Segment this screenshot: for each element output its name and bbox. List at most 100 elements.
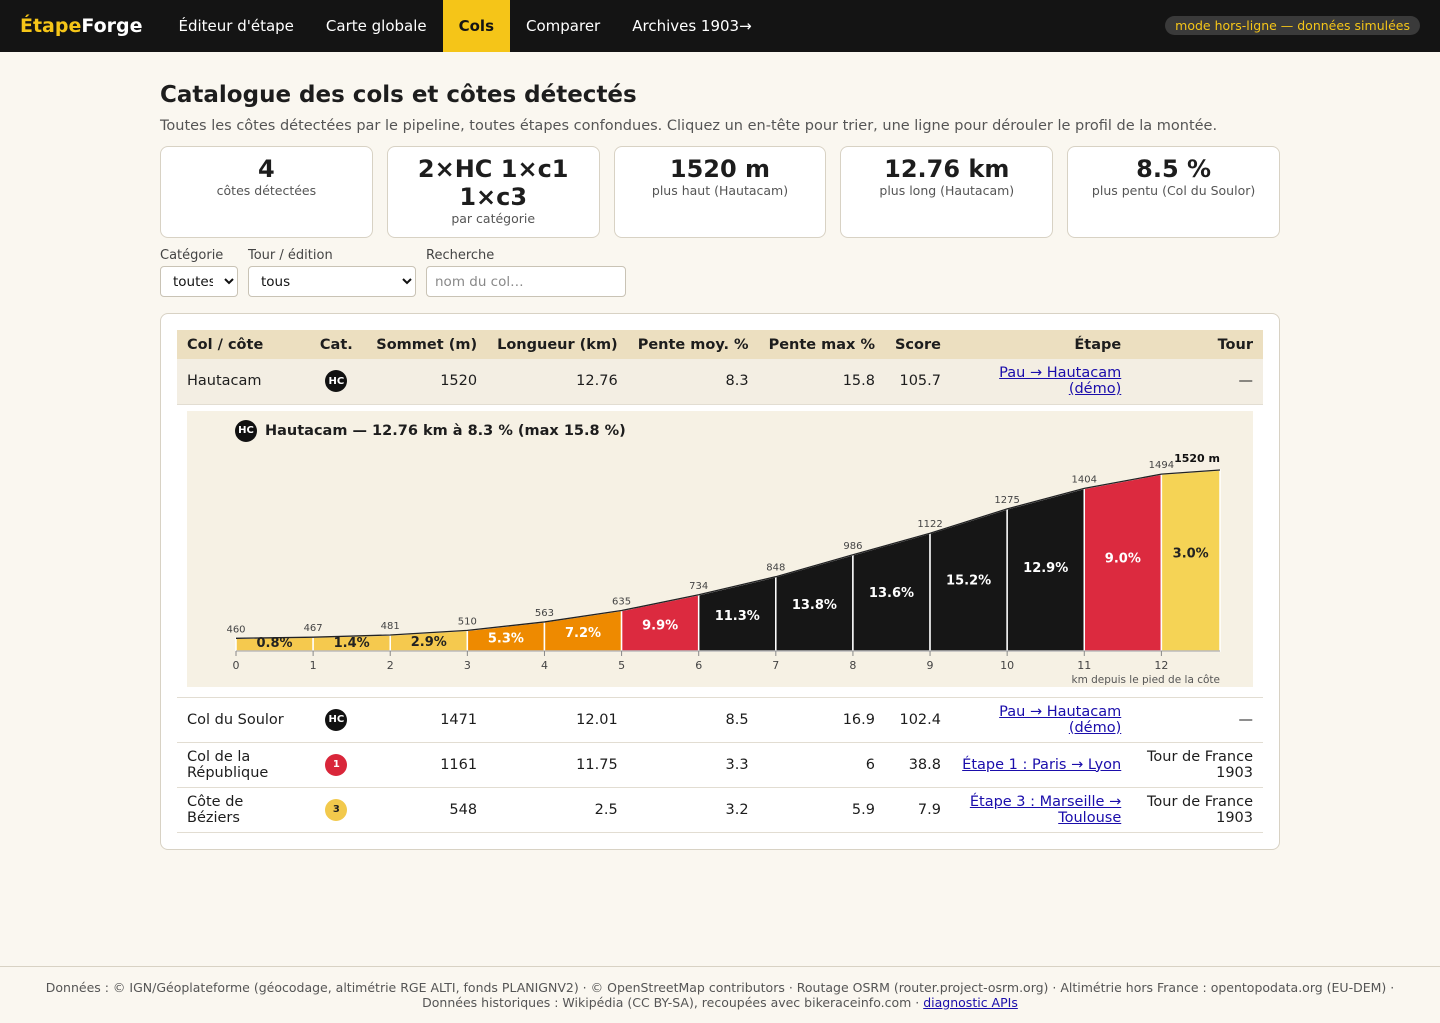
cell-tour: Tour de France 1903 <box>1131 742 1263 788</box>
segment-grade-label: 9.0% <box>1105 551 1141 566</box>
stat-card-highest: 1520 m plus haut (Hautacam) <box>613 146 827 238</box>
search-label: Recherche <box>426 248 495 263</box>
stat-card-longest: 12.76 km plus long (Hautacam) <box>840 146 1054 238</box>
segment-grade-label: 5.3% <box>488 631 524 646</box>
profile-category-badge: HC <box>235 419 257 442</box>
cell-name: Côte de Béziers <box>177 787 307 833</box>
x-tick-label: 0 <box>233 659 240 672</box>
footer: Données : © IGN/Géoplateforme (géocodage… <box>0 966 1440 1023</box>
nav-carte-globale[interactable]: Carte globale <box>310 0 443 52</box>
nav-comparer[interactable]: Comparer <box>510 0 616 52</box>
search-filter: Recherche <box>426 248 626 297</box>
cell-avg-grade: 3.2 <box>627 787 759 833</box>
category-badge-1: 1 <box>325 753 348 776</box>
col-header-cat[interactable]: Cat. <box>306 330 366 359</box>
cell-cat: HC <box>306 697 367 743</box>
col-header-avg-grade[interactable]: Pente moy. % <box>628 330 759 359</box>
footer-credits: Données : © IGN/Géoplateforme (géocodage… <box>45 980 1395 1010</box>
app-logo[interactable]: Étape Forge <box>20 0 143 52</box>
stage-link[interactable]: Pau → Hautacam (démo) <box>999 365 1121 397</box>
segment-grade-label: 12.9% <box>1023 561 1068 576</box>
segment-grade-label: 7.2% <box>565 625 601 640</box>
col-header-length[interactable]: Longueur (km) <box>487 330 628 359</box>
elevation-label: 635 <box>612 596 631 607</box>
stage-link[interactable]: Étape 1 : Paris → Lyon <box>962 757 1121 773</box>
x-tick-label: 10 <box>1000 659 1014 672</box>
tour-filter-label: Tour / édition <box>248 248 333 263</box>
col-header-name[interactable]: Col / côte <box>177 330 306 359</box>
nav-cols[interactable]: Cols <box>442 0 510 52</box>
page-title: Catalogue des cols et côtes détectés <box>160 82 637 108</box>
x-tick-label: 12 <box>1154 659 1168 672</box>
stat-value: 1520 m <box>669 155 771 183</box>
segment-grade-label: 3.0% <box>1173 546 1209 561</box>
category-badge-3: 3 <box>325 798 348 821</box>
elevation-label: 734 <box>689 580 708 591</box>
cell-avg-grade: 8.5 <box>627 697 759 743</box>
col-header-stage[interactable]: Étape <box>951 330 1131 359</box>
table-row[interactable]: Col de la République 1 1161 11.75 3.3 6 … <box>177 742 1263 788</box>
tour-filter: Tour / édition tous <box>248 248 416 297</box>
elevation-label: 481 <box>381 620 400 631</box>
table-row[interactable]: Col du Soulor HC 1471 12.01 8.5 16.9 102… <box>177 697 1263 743</box>
segment-grade-label: 0.8% <box>257 636 293 651</box>
page-subtitle: Toutes les côtes détectées par le pipeli… <box>160 118 1218 134</box>
profile-detail-cell: 0.8% 1.4% 2.9% 5.3% 7.2% 9.9% 11.3% 13.8% 13.6% 1… <box>177 404 1263 698</box>
cell-stage: Pau → Hautacam (démo) <box>950 697 1132 743</box>
elevation-label: 986 <box>843 540 862 551</box>
stage-link[interactable]: Pau → Hautacam (démo) <box>999 704 1121 736</box>
brand-part-1: Étape <box>20 15 82 37</box>
cell-summit: 548 <box>366 787 488 833</box>
col-header-score[interactable]: Score <box>885 330 951 359</box>
brand-part-2: Forge <box>81 15 143 37</box>
stage-link[interactable]: Étape 3 : Marseille → Toulouse <box>970 794 1121 826</box>
search-input[interactable] <box>426 266 626 297</box>
cell-score: 7.9 <box>884 787 951 833</box>
climb-profile-chart: 0.8% 1.4% 2.9% 5.3% 7.2% 9.9% 11.3% 13.8% 13.6% 1… <box>226 452 1221 686</box>
profile-detail-row: 0.8% 1.4% 2.9% 5.3% 7.2% 9.9% 11.3% 13.8% 13.6% 1… <box>177 404 1263 698</box>
cell-tour: — <box>1131 697 1263 743</box>
category-badge-hc: HC <box>325 370 348 393</box>
category-filter-label: Catégorie <box>160 248 224 263</box>
x-axis-label: km depuis le pied de la côte <box>1071 674 1220 686</box>
cell-max-grade: 6 <box>758 742 885 788</box>
diagnostic-apis-link[interactable]: diagnostic APIs <box>923 995 1018 1010</box>
stat-label: plus pentu (Col du Soulor) <box>1091 183 1256 198</box>
stat-value: 8.5 % <box>1136 155 1212 183</box>
col-header-tour[interactable]: Tour <box>1131 330 1263 359</box>
table-row[interactable]: Côte de Béziers 3 548 2.5 3.2 5.9 7.9 Ét… <box>177 787 1263 833</box>
filters-bar: Catégorie toutes Tour / édition tous Rec… <box>160 248 1280 297</box>
category-filter: Catégorie toutes <box>160 248 238 297</box>
x-tick-label: 5 <box>618 659 625 672</box>
elevation-label: 1404 <box>1072 474 1097 485</box>
category-badge-hc: HC <box>325 708 348 731</box>
col-header-max-grade[interactable]: Pente max % <box>759 330 885 359</box>
category-select[interactable]: toutes <box>160 266 238 297</box>
elevation-label: 1275 <box>994 494 1019 505</box>
x-tick-label: 9 <box>927 659 934 672</box>
cell-length: 12.76 <box>487 359 628 405</box>
stat-label: côtes détectées <box>216 183 317 198</box>
nav-archives-1903[interactable]: Archives 1903→ <box>616 0 767 52</box>
elevation-label: 467 <box>304 623 323 634</box>
x-tick-label: 7 <box>772 659 779 672</box>
tour-select[interactable]: tous <box>248 266 416 297</box>
cell-cat: 1 <box>306 742 367 788</box>
cell-tour: — <box>1131 359 1263 405</box>
cell-tour: Tour de France 1903 <box>1131 787 1263 833</box>
stat-label: plus haut (Hautacam) <box>651 183 789 198</box>
col-header-summit[interactable]: Sommet (m) <box>366 330 487 359</box>
table-row[interactable]: Hautacam HC 1520 12.76 8.3 15.8 105.7 Pa… <box>177 359 1263 405</box>
cell-summit: 1471 <box>366 697 488 743</box>
top-navbar: Étape Forge Éditeur d'étape Carte globale… <box>0 0 1440 52</box>
nav-editeur-etape[interactable]: Éditeur d'étape <box>163 0 310 52</box>
elevation-label: 1122 <box>917 519 942 530</box>
segment-grade-label: 9.9% <box>642 618 678 633</box>
cell-max-grade: 16.9 <box>758 697 885 743</box>
cell-avg-grade: 8.3 <box>627 359 759 405</box>
profile-title: HC Hautacam — 12.76 km à 8.3 % (max 15.8… <box>235 419 626 442</box>
stat-card-count: 4 côtes détectées <box>160 146 373 238</box>
cell-cat: 3 <box>306 787 367 833</box>
offline-mode-badge: mode hors-ligne — données simulées <box>1165 16 1420 35</box>
elevation-label: 848 <box>766 562 785 573</box>
